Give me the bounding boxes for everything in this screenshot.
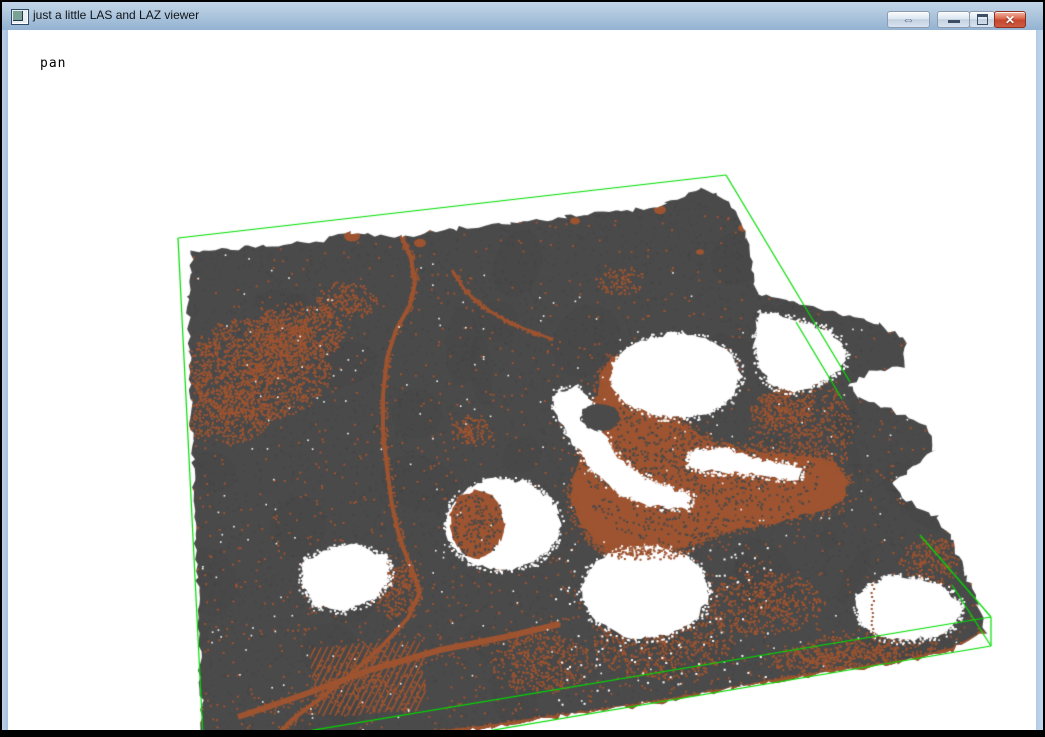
- point-cloud-viewport[interactable]: [8, 30, 1036, 730]
- minimize-button[interactable]: [937, 11, 970, 28]
- resize-arrows-icon: ⇔: [902, 13, 915, 26]
- screenshot-bottom-edge: [0, 730, 1045, 737]
- app-window-icon-inner: [13, 11, 23, 21]
- application-window: just a little LAS and LAZ viewer ⇔ ✕ pan: [0, 0, 1045, 737]
- maximize-button[interactable]: [969, 11, 995, 28]
- app-window-icon: [11, 9, 29, 25]
- viewer-client-area: pan: [8, 30, 1036, 730]
- pan-mode-label: pan: [40, 56, 66, 71]
- minimize-icon: [948, 20, 960, 23]
- resize-button[interactable]: ⇔: [887, 11, 930, 28]
- titlebar[interactable]: just a little LAS and LAZ viewer ⇔ ✕: [2, 2, 1043, 30]
- close-button[interactable]: ✕: [994, 11, 1026, 28]
- window-title: just a little LAS and LAZ viewer: [33, 8, 199, 22]
- window-border-right[interactable]: [1036, 30, 1043, 730]
- maximize-icon: [977, 14, 988, 25]
- close-icon: ✕: [1005, 13, 1015, 27]
